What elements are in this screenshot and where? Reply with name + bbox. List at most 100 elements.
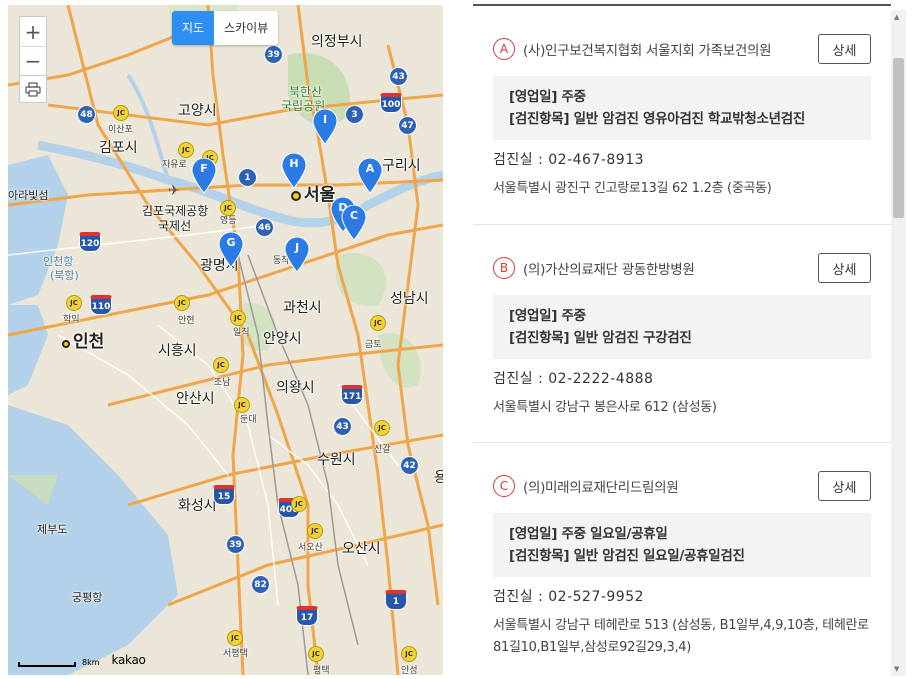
label-anseong: 안성 [401, 666, 418, 675]
clinic-name[interactable]: (의)미래의료재단리드림의원 [523, 476, 818, 496]
jc-icon: JC [213, 357, 229, 373]
label-seopyeongtaek: 서평택 [223, 649, 248, 659]
label-gimpo: 김포시 [99, 140, 138, 156]
route-43-south: 43 [333, 417, 352, 436]
map-type-switch: 지도 스카이뷰 [172, 11, 279, 45]
label-hwaseong: 화성시 [178, 498, 217, 514]
jc-icon: JC [113, 105, 129, 121]
clinic-phone: 검진실 : 02-527-9952 [493, 589, 645, 605]
label-seoosan: 서오산 [298, 543, 323, 553]
scale-bar [18, 662, 76, 667]
clinic-checkups: [검진항목] 일반 암검진 일요일/공휴일검진 [509, 548, 745, 564]
label-arabit: 아라빛섬 [8, 189, 49, 202]
route-48: 48 [77, 105, 96, 124]
label-uijeongbu: 의정부시 [311, 34, 363, 50]
label-gwacheon: 과천시 [283, 300, 322, 316]
route-100: 100 [380, 93, 402, 113]
airport-icon: ✈ [168, 183, 180, 199]
clinic-hours: [영업일] 주중 [509, 308, 586, 324]
label-anyang: 안양시 [263, 331, 302, 347]
clinic-info-box: [영업일] 주중 [검진항목] 일반 암검진 영유아검진 학교밖청소년검진 [493, 76, 871, 140]
label-jayuro: 자유로 [162, 160, 187, 170]
label-domestic-terminal: 국제선 [158, 219, 192, 233]
label-siheung: 시흥시 [158, 343, 197, 359]
label-suwon: 수원시 [317, 452, 356, 468]
map-type-map-button[interactable]: 지도 [172, 11, 215, 45]
printer-icon [25, 81, 41, 97]
route-82: 82 [251, 575, 270, 594]
scroll-down-icon[interactable]: ▼ [894, 665, 899, 673]
jc-icon: JC [234, 397, 250, 413]
label-gungpyeong: 궁평항 [72, 591, 103, 604]
jc-icon: JC [230, 310, 246, 326]
map-marker-j[interactable]: J [284, 236, 310, 273]
detail-button[interactable]: 상세 [818, 34, 871, 64]
clinic-item: A (사)인구보건복지협회 서울지회 가족보건의원 상세 [영업일] 주중 [검… [473, 6, 891, 225]
map-marker-a[interactable]: A [357, 157, 383, 194]
clinic-letter-badge: C [493, 475, 515, 497]
clinic-address: 서울특별시 강남구 테헤란로 513 (삼성동, B1일부,4,9,10층, 테… [493, 618, 869, 655]
clinic-letter-badge: A [493, 38, 515, 60]
route-110: 110 [90, 295, 112, 315]
map-marker-g[interactable]: G [218, 231, 244, 268]
clinic-list: A (사)인구보건복지협회 서울지회 가족보건의원 상세 [영업일] 주중 [검… [473, 6, 891, 679]
route-1-south: 1 [385, 590, 407, 610]
route-42: 42 [400, 456, 419, 475]
label-ilji: 일직 [233, 328, 250, 338]
jc-icon: JC [308, 646, 324, 662]
label-pyeongtaek: 평택 [313, 666, 330, 675]
clinic-item: B (의)가산의료재단 광동한방병원 상세 [영업일] 주중 [검진항목] 일반… [473, 225, 891, 443]
jc-icon: JC [291, 496, 307, 512]
jc-icon: JC [220, 200, 236, 216]
scrollbar-thumb[interactable] [893, 58, 904, 218]
detail-button[interactable]: 상세 [818, 471, 871, 501]
print-button[interactable] [19, 75, 47, 103]
route-17: 17 [296, 606, 318, 626]
label-geumto: 금토 [365, 340, 382, 350]
map-view[interactable]: 의정부시 고양시 북한산 국립공원 구리시 김포시 이산포 자유로 서울 김포국… [8, 5, 443, 675]
jc-icon: JC [227, 630, 243, 646]
route-46: 46 [255, 218, 274, 237]
route-39: 39 [264, 45, 283, 64]
label-goyang: 고양시 [178, 103, 217, 119]
zoom-in-button[interactable]: + [20, 17, 46, 46]
clinic-item: C (의)미래의료재단리드림의원 상세 [영업일] 주중 일요일/공휴일 [검진… [473, 443, 891, 679]
jc-icon: JC [374, 420, 390, 436]
map-marker-h[interactable]: H [281, 152, 307, 189]
label-seongnam: 성남시 [390, 291, 429, 307]
label-hakik: 학익 [63, 315, 80, 325]
route-39-south: 39 [226, 535, 245, 554]
zoom-out-button[interactable]: − [20, 46, 46, 75]
scale-distance: 8km [82, 658, 100, 667]
map-scale: 8km kakao [18, 653, 146, 667]
map-type-skyview-button[interactable]: 스카이뷰 [214, 11, 278, 45]
clinic-checkups: [검진항목] 일반 암검진 구강검진 [509, 330, 692, 346]
clinic-name[interactable]: (사)인구보건복지협회 서울지회 가족보건의원 [523, 39, 818, 59]
scroll-up-icon[interactable]: ▲ [894, 13, 899, 21]
clinic-address: 서울특별시 광진구 긴고랑로13길 62 1.2층 (중곡동) [493, 181, 772, 196]
jc-icon: JC [370, 315, 386, 331]
clinic-phone: 검진실 : 02-2222-4888 [493, 371, 654, 387]
label-dundae: 둔대 [240, 415, 257, 425]
detail-button[interactable]: 상세 [818, 253, 871, 283]
label-jonam: 조남 [214, 378, 231, 388]
map-marker-f[interactable]: F [191, 157, 217, 194]
clinic-hours: [영업일] 주중 일요일/공휴일 [509, 526, 668, 542]
clinic-name[interactable]: (의)가산의료재단 광동한방병원 [523, 258, 818, 278]
map-marker-i[interactable]: I [312, 108, 338, 145]
map-marker-c[interactable]: C [341, 204, 367, 241]
clinic-checkups: [검진항목] 일반 암검진 영유아검진 학교밖청소년검진 [509, 111, 805, 127]
map-logo: kakao [111, 653, 146, 667]
jc-icon: JC [307, 523, 323, 539]
jc-icon: JC [66, 295, 82, 311]
route-120: 120 [79, 232, 101, 252]
clinic-address: 서울특별시 강남구 봉은사로 612 (삼성동) [493, 400, 717, 415]
list-scrollbar[interactable]: ▲ ▼ [891, 10, 906, 676]
label-osan: 오산시 [342, 541, 381, 557]
jc-icon: JC [401, 646, 417, 662]
clinic-list-panel[interactable]: A (사)인구보건복지협회 서울지회 가족보건의원 상세 [영업일] 주중 [검… [473, 0, 908, 679]
label-north-port: (북항) [50, 269, 79, 282]
label-isanpo: 이산포 [108, 125, 133, 135]
label-uiwang: 의왕시 [276, 380, 315, 396]
route-47: 47 [398, 116, 417, 135]
